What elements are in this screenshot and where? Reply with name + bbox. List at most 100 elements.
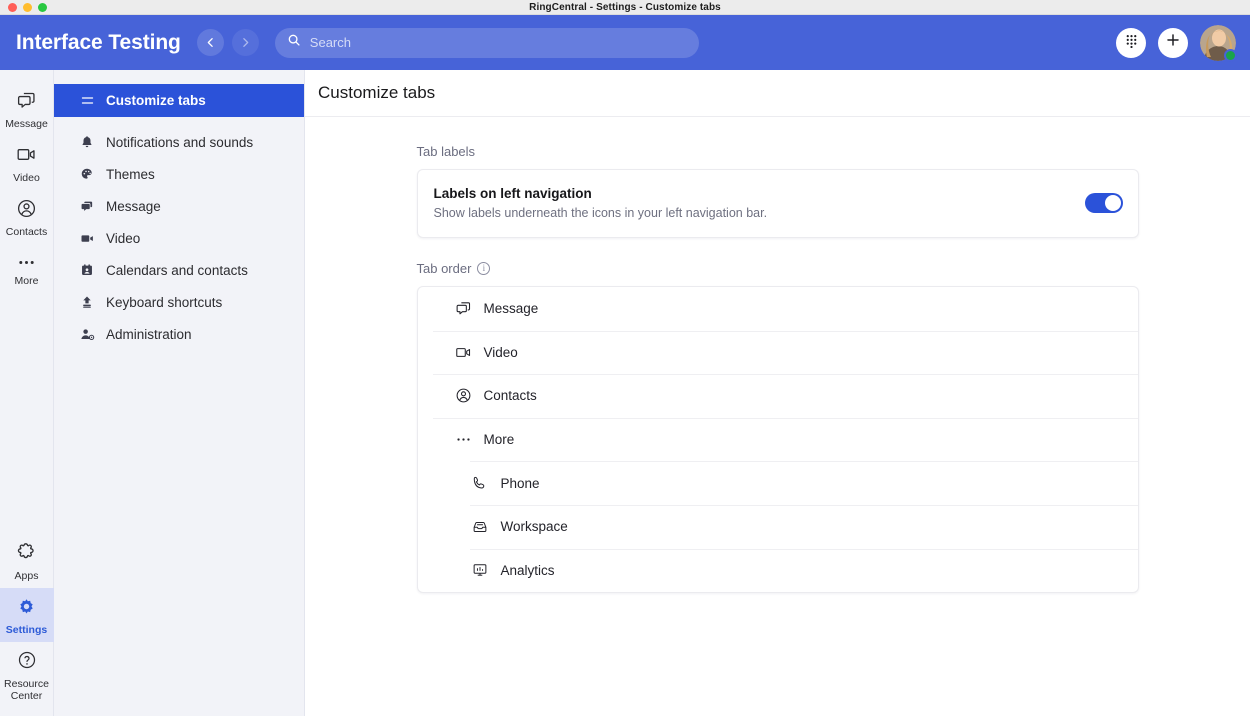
sidebar-item-message[interactable]: Message: [54, 190, 304, 222]
info-icon[interactable]: i: [477, 262, 491, 275]
main-panel: Customize tabs Tab labels Labels on left…: [305, 70, 1250, 716]
sidebar-item-resource-center[interactable]: Resource Center: [0, 642, 54, 708]
contacts-icon: [455, 387, 472, 404]
dialpad-button[interactable]: [1116, 27, 1146, 58]
chevron-left-icon: [204, 36, 217, 49]
apps-puzzle-icon: [16, 542, 37, 568]
sidebar-item-label: More: [14, 275, 39, 288]
section-label-text: Tab labels: [416, 144, 476, 159]
admin-user-icon: [79, 327, 95, 342]
tab-order-card: Message Video Contacts More Phone Worksp…: [416, 286, 1139, 594]
window-titlebar: RingCentral - Settings - Customize tabs: [0, 0, 1250, 15]
plus-icon: [1165, 32, 1181, 53]
sidebar-item-keyboard-shortcuts[interactable]: Keyboard shortcuts: [54, 286, 304, 318]
tab-labels-section-label: Tab labels: [417, 144, 1139, 159]
message-icon: [455, 300, 472, 317]
hamburger-icon: [79, 93, 95, 108]
tab-row-label: Analytics: [500, 562, 555, 578]
tab-labels-card: Labels on left navigation Show labels un…: [416, 169, 1139, 238]
sidebar-item-video[interactable]: Video: [54, 222, 304, 254]
bell-icon: [79, 135, 95, 149]
analytics-icon: [472, 562, 489, 578]
app-title: Interface Testing: [16, 30, 181, 54]
dialpad-icon: [1124, 33, 1139, 53]
sidebar-item-more[interactable]: More: [0, 244, 54, 293]
keyboard-shortcut-icon: [79, 295, 95, 309]
labels-on-left-nav-toggle[interactable]: [1084, 193, 1123, 213]
sidebar-item-label: Apps: [14, 569, 39, 582]
main-scroll-area[interactable]: Tab labels Labels on left navigation Sho…: [305, 117, 1250, 716]
search-input[interactable]: Search: [310, 35, 351, 50]
labels-setting-title: Labels on left navigation: [433, 186, 592, 201]
left-nav-rail: Message Video Contacts More Apps Setting…: [0, 70, 54, 716]
page-title: Customize tabs: [318, 83, 436, 102]
video-icon: [16, 144, 37, 170]
gear-icon: [16, 596, 37, 622]
sidebar-item-label: Video: [106, 230, 141, 246]
more-dots-icon: [16, 252, 37, 273]
app-header: Interface Testing Search: [0, 15, 1250, 70]
calendar-icon: [79, 263, 95, 277]
tab-row-label: Phone: [500, 475, 540, 491]
sidebar-item-settings[interactable]: Settings: [0, 587, 54, 642]
labels-setting-description: Show labels underneath the icons in your…: [433, 206, 768, 220]
table-row[interactable]: Message: [418, 287, 1138, 331]
search-bar[interactable]: Search: [274, 27, 699, 58]
more-dots-icon: [455, 431, 472, 448]
sidebar-item-video[interactable]: Video: [0, 136, 54, 190]
sidebar-item-label: Message: [106, 198, 161, 214]
sidebar-item-label: Resource Center: [4, 677, 49, 702]
sidebar-item-administration[interactable]: Administration: [54, 318, 304, 350]
settings-sidebar: Customize tabs Notifications and sounds: [54, 70, 305, 716]
add-button[interactable]: [1158, 27, 1188, 58]
workspace-inbox-icon: [472, 519, 489, 535]
header-actions: [1116, 24, 1237, 62]
chevron-right-icon: [239, 36, 252, 49]
sidebar-item-label: Keyboard shortcuts: [106, 294, 223, 310]
video-icon: [455, 344, 472, 361]
sidebar-item-label: Calendars and contacts: [106, 262, 248, 278]
table-row[interactable]: More: [418, 417, 1138, 462]
toggle-knob: [1104, 195, 1121, 211]
avatar[interactable]: [1200, 24, 1237, 62]
phone-icon: [472, 475, 489, 491]
sidebar-item-notifications-and-sounds[interactable]: Notifications and sounds: [54, 126, 304, 158]
sidebar-item-calendars-and-contacts[interactable]: Calendars and contacts: [54, 254, 304, 286]
sidebar-item-customize-tabs[interactable]: Customize tabs: [54, 84, 304, 117]
section-label-text: Tab order: [416, 261, 472, 276]
video-icon: [79, 231, 95, 246]
sidebar-item-contacts[interactable]: Contacts: [0, 190, 54, 244]
left-nav-rail-bottom: Apps Settings Resource Center: [0, 534, 54, 716]
table-row[interactable]: Contacts: [418, 374, 1138, 418]
tab-row-label: More: [483, 432, 515, 448]
labels-setting-text: Labels on left navigation Show labels un…: [434, 186, 1085, 220]
sidebar-item-apps[interactable]: Apps: [0, 534, 54, 588]
sidebar-item-label: Customize tabs: [106, 93, 206, 108]
sidebar-item-label: Message: [5, 118, 48, 130]
back-button[interactable]: [196, 29, 224, 56]
app-body: Message Video Contacts More Apps Setting…: [0, 70, 1250, 716]
tab-row-label: Workspace: [500, 519, 568, 535]
tab-row-label: Message: [483, 301, 539, 317]
table-row[interactable]: Workspace: [418, 504, 1138, 549]
forward-button[interactable]: [231, 29, 259, 56]
status-badge: [1224, 48, 1237, 62]
sidebar-item-label: Video: [13, 172, 40, 185]
sidebar-item-themes[interactable]: Themes: [54, 158, 304, 190]
table-row[interactable]: Phone: [418, 461, 1138, 505]
sidebar-item-message[interactable]: Message: [0, 82, 54, 136]
tab-row-label: Video: [483, 344, 518, 360]
palette-icon: [79, 167, 95, 181]
table-row[interactable]: Analytics: [418, 548, 1138, 593]
search-icon: [287, 33, 301, 52]
table-row[interactable]: Video: [418, 330, 1138, 375]
main-header: Customize tabs: [305, 70, 1250, 117]
message-icon: [79, 199, 95, 213]
help-circle-icon: [17, 650, 37, 675]
tab-order-section-label: Tab order i: [417, 261, 1139, 276]
labels-on-left-nav-row: Labels on left navigation Show labels un…: [418, 170, 1138, 237]
history-nav: [196, 29, 259, 56]
contacts-icon: [16, 198, 37, 224]
sidebar-item-label: Settings: [5, 623, 48, 636]
sidebar-item-label: Themes: [106, 166, 155, 182]
